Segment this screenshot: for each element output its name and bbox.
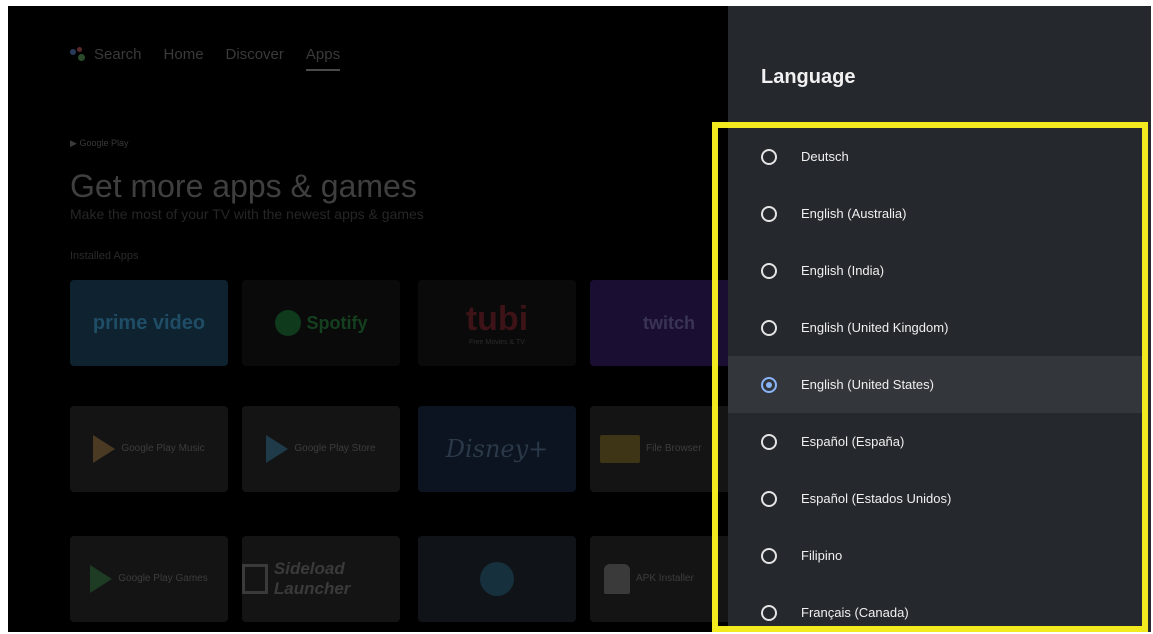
play-icon: ▶ [70, 138, 77, 148]
spotify-icon [274, 310, 301, 336]
installed-apps-label: Installed Apps [70, 250, 139, 262]
app-tile-spotify[interactable]: Spotify [242, 280, 400, 366]
language-option[interactable]: English (United States) [728, 356, 1146, 413]
language-option-label: Español (Estados Unidos) [801, 491, 952, 506]
folder-icon [600, 435, 640, 463]
language-option[interactable]: Français (Canada) [728, 584, 1146, 632]
app-tile-disney-plus[interactable]: Disney+ [418, 406, 576, 492]
top-nav: Search Home Discover Apps [70, 46, 341, 71]
panel-title: Language [761, 66, 856, 88]
app-tile-apk-installer[interactable]: APK Installer [590, 536, 748, 622]
language-list: Deutsch English (Australia) English (India… [728, 128, 1146, 632]
nav-search[interactable]: Search [70, 46, 142, 63]
language-option-label: English (United States) [801, 377, 934, 392]
launcher-background: Search Home Discover Apps ▶ Google Play … [8, 6, 748, 632]
language-option[interactable]: English (India) [728, 242, 1146, 299]
play-store-icon [266, 435, 289, 463]
language-option-label: Français (Canada) [801, 605, 909, 620]
radio-unselected-icon[interactable] [761, 148, 777, 165]
app-tile-google-play-store[interactable]: Google Play Store [242, 406, 400, 492]
play-games-icon [90, 565, 113, 593]
sync-icon [480, 562, 514, 596]
radio-selected-icon[interactable] [761, 376, 777, 393]
hero-title: Get more apps & games [70, 168, 417, 204]
google-play-label: ▶ Google Play [70, 138, 129, 148]
play-music-icon [93, 435, 116, 463]
language-option-label: English (United Kingdom) [801, 320, 949, 335]
radio-unselected-icon[interactable] [761, 319, 777, 336]
language-option[interactable]: Deutsch [728, 128, 1146, 185]
app-tile-google-play-games[interactable]: Google Play Games [70, 536, 228, 622]
app-tile-sideload-launcher[interactable]: Sideload Launcher [242, 536, 400, 622]
language-option-label: English (Australia) [801, 206, 907, 221]
language-option[interactable]: Español (España) [728, 413, 1146, 470]
language-option[interactable]: English (Australia) [728, 185, 1146, 242]
radio-unselected-icon[interactable] [761, 262, 777, 279]
android-icon [604, 564, 630, 594]
hero-subtitle: Make the most of your TV with the newest… [70, 206, 424, 222]
nav-discover[interactable]: Discover [226, 46, 284, 63]
radio-unselected-icon[interactable] [761, 547, 777, 564]
sideload-icon [242, 564, 268, 594]
language-option-label: English (India) [801, 263, 885, 278]
radio-unselected-icon[interactable] [761, 604, 777, 621]
radio-unselected-icon[interactable] [761, 205, 777, 222]
language-option[interactable]: English (United Kingdom) [728, 299, 1146, 356]
app-tile-twitch[interactable]: twitch [590, 280, 748, 366]
app-tile-file-browser[interactable]: File Browser [590, 406, 748, 492]
language-option[interactable]: Filipino [728, 527, 1146, 584]
app-tile-sync[interactable] [418, 536, 576, 622]
app-tile-google-play-music[interactable]: Google Play Music [70, 406, 228, 492]
language-option-label: Filipino [801, 548, 843, 563]
language-option-label: Deutsch [801, 149, 849, 164]
language-option-label: Español (España) [801, 434, 905, 449]
nav-home[interactable]: Home [164, 46, 204, 63]
google-assistant-icon [70, 47, 88, 61]
tv-screen: Search Home Discover Apps ▶ Google Play … [8, 6, 1151, 632]
app-tile-tubi[interactable]: tubi Free Movies & TV [418, 280, 576, 366]
app-tile-prime-video[interactable]: prime video [70, 280, 228, 366]
radio-unselected-icon[interactable] [761, 433, 777, 450]
radio-unselected-icon[interactable] [761, 490, 777, 507]
language-option[interactable]: Español (Estados Unidos) [728, 470, 1146, 527]
nav-apps[interactable]: Apps [305, 46, 341, 71]
